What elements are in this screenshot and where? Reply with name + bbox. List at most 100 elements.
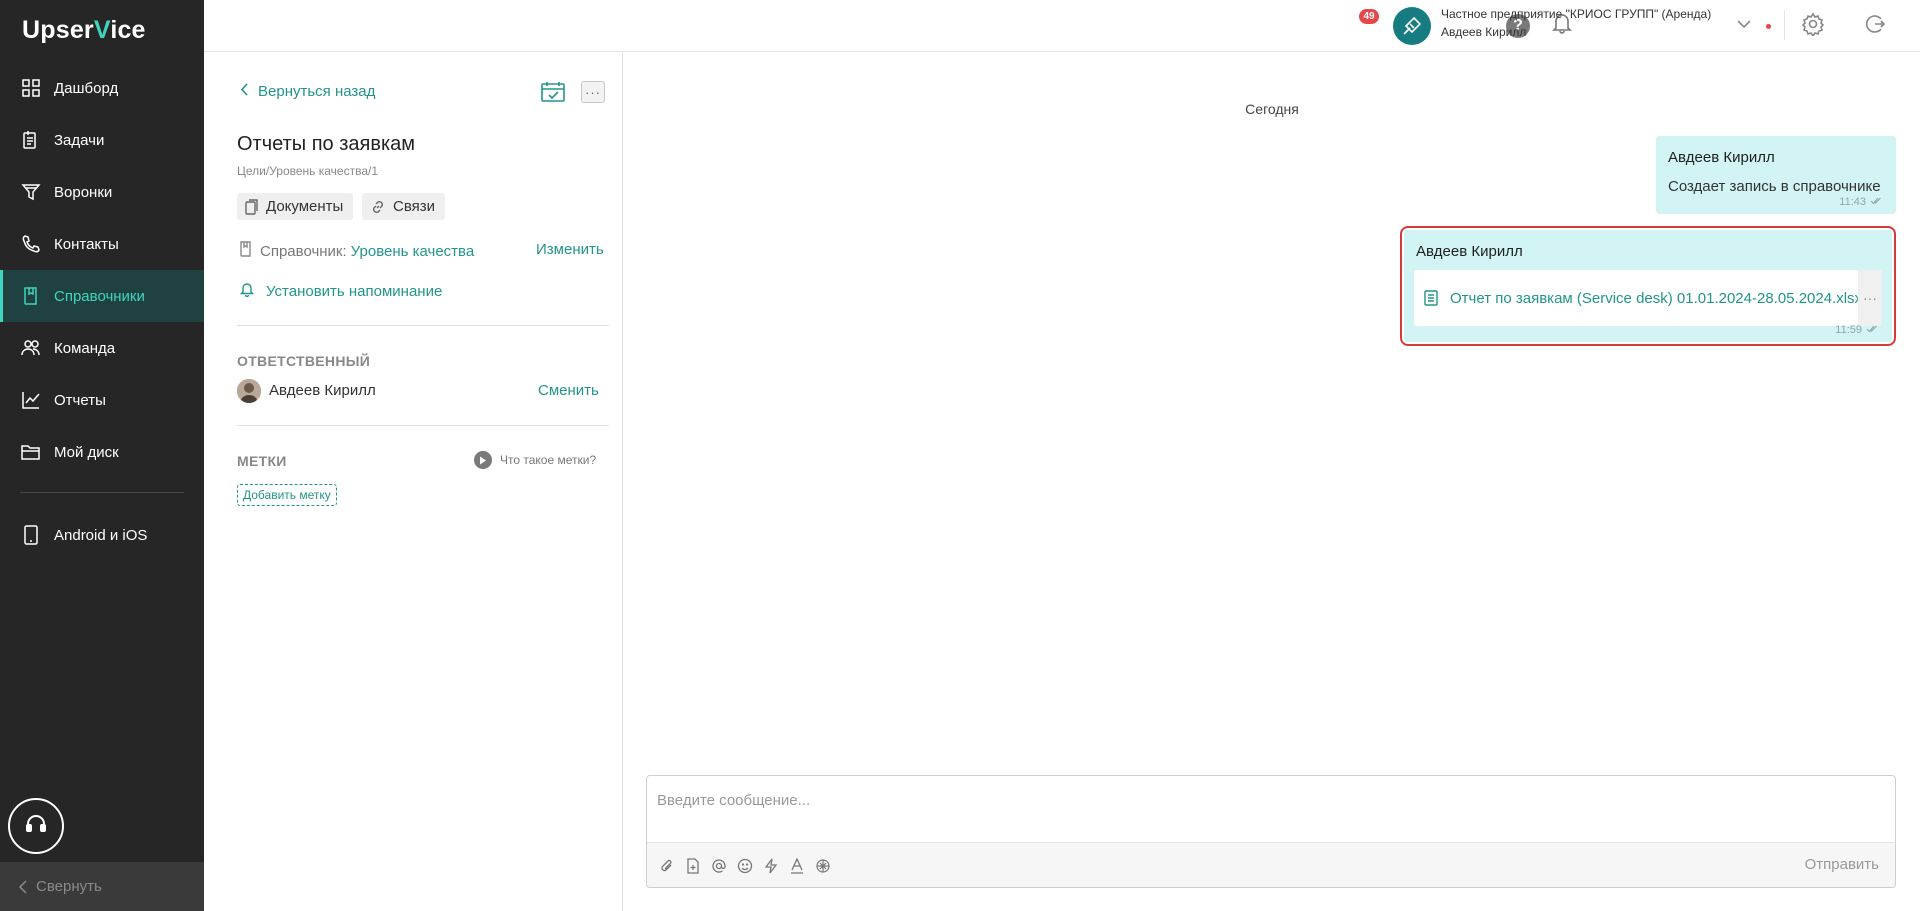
tags-header: МЕТКИ (237, 453, 287, 469)
avatar (237, 379, 261, 403)
organization-avatar[interactable] (1393, 7, 1431, 45)
message-author: Авдеев Кирилл (1416, 243, 1523, 260)
funnel-icon (20, 181, 42, 203)
link-icon (370, 199, 386, 215)
app-logo[interactable]: UpserVice (22, 16, 146, 45)
chevron-left-icon (18, 879, 28, 894)
sidebar-item-my-disk[interactable]: Мой диск (0, 426, 204, 478)
sidebar-item-team[interactable]: Команда (0, 322, 204, 374)
file-attachment[interactable]: Отчет по заявкам (Service desk) 01.01.20… (1414, 270, 1862, 326)
sidebar-item-label: Android и iOS (54, 526, 148, 544)
mention-icon[interactable] (709, 856, 729, 876)
folder-icon (20, 441, 42, 463)
sidebar-item-label: Задачи (54, 131, 105, 149)
message-author: Авдеев Кирилл (1668, 149, 1775, 166)
task-details-panel: Вернуться назад ··· Отчеты по заявкам Це… (204, 53, 623, 911)
attach-icon[interactable] (657, 856, 677, 876)
sidebar-item-label: Воронки (54, 183, 113, 201)
play-icon (474, 451, 492, 469)
top-header: ? 49 Частное предприятие "КРИОС ГРУПП" (… (204, 0, 1920, 52)
team-icon (20, 337, 42, 359)
documents-icon (245, 198, 259, 215)
sidebar-item-funnels[interactable]: Воронки (0, 166, 204, 218)
tablet-icon (20, 524, 42, 546)
what-tags-label: Что такое метки? (500, 453, 597, 467)
collapse-label: Свернуть (36, 878, 102, 895)
back-label: Вернуться назад (258, 83, 376, 100)
double-check-icon (1870, 196, 1882, 208)
headset-icon (24, 812, 48, 840)
page-title: Отчеты по заявкам (237, 133, 416, 155)
sidebar-item-label: Мой диск (54, 443, 119, 461)
section-divider (237, 325, 609, 326)
sidebar-item-label: Контакты (54, 235, 119, 253)
reference-row: Справочник: Уровень качества (240, 241, 474, 261)
reference-label: Справочник: (260, 242, 347, 260)
notifications-badge: 49 (1359, 9, 1379, 24)
message-text: Создает запись в справочнике (1668, 178, 1881, 195)
header-divider (1784, 10, 1785, 40)
message-bubble: Авдеев Кирилл Создает запись в справочни… (1656, 136, 1896, 214)
file-name-link[interactable]: Отчет по заявкам (Service desk) 01.01.20… (1450, 290, 1862, 307)
chart-icon (20, 389, 42, 411)
collapse-sidebar-button[interactable]: Свернуть (0, 862, 204, 911)
change-responsible-link[interactable]: Сменить (538, 382, 599, 399)
file-document-icon (1424, 290, 1438, 306)
sidebar-item-tasks[interactable]: Задачи (0, 114, 204, 166)
send-button[interactable]: Отправить (1805, 856, 1879, 873)
sidebar-item-contacts[interactable]: Контакты (0, 218, 204, 270)
more-options-button[interactable]: ··· (581, 81, 605, 103)
sidebar-item-label: Команда (54, 339, 116, 357)
support-button[interactable] (8, 798, 64, 854)
add-file-icon[interactable] (683, 856, 703, 876)
logout-icon[interactable] (1863, 12, 1887, 40)
text-format-icon[interactable] (787, 856, 807, 876)
back-link[interactable]: Вернуться назад (240, 83, 375, 100)
status-dot (1766, 24, 1771, 29)
day-separator: Сегодня (1245, 101, 1299, 117)
what-are-tags-link[interactable]: Что такое метки? (474, 451, 596, 469)
message-time: 11:59 (1835, 324, 1878, 336)
organization-name[interactable]: Частное предприятие "КРИОС ГРУПП" (Аренд… (1441, 7, 1711, 21)
reminder-label: Установить напоминание (266, 282, 443, 300)
file-more-button[interactable]: ··· (1858, 270, 1882, 326)
reference-value-link[interactable]: Уровень качества (351, 243, 475, 260)
message-time: 11:43 (1839, 196, 1882, 208)
links-label: Связи (393, 198, 436, 215)
sidebar: UpserVice Дашборд Задачи Воронки Контакт… (0, 0, 204, 911)
add-tag-button[interactable]: Добавить метку (237, 484, 337, 506)
section-divider (237, 425, 609, 426)
set-reminder-link[interactable]: Установить напоминание (239, 281, 443, 301)
sidebar-item-dashboard[interactable]: Дашборд (0, 62, 204, 114)
chevron-left-icon (240, 83, 248, 100)
gear-icon[interactable] (1801, 12, 1825, 40)
documents-button[interactable]: Документы (237, 193, 354, 220)
chevron-down-icon[interactable] (1737, 16, 1751, 33)
tasks-icon (20, 129, 42, 151)
breadcrumb: Цели/Уровень качества/1 (237, 164, 379, 178)
sidebar-item-label: Отчеты (54, 391, 106, 409)
dashboard-icon (20, 77, 42, 99)
documents-label: Документы (266, 198, 344, 215)
responsible-name: Авдеев Кирилл (269, 382, 376, 399)
emoji-icon[interactable] (735, 856, 755, 876)
sidebar-item-reports[interactable]: Отчеты (0, 374, 204, 426)
composer-toolbar: Отправить (647, 842, 1895, 887)
phone-icon (20, 233, 42, 255)
lightning-icon[interactable] (761, 856, 781, 876)
bell-icon (239, 281, 255, 301)
header-user-name[interactable]: Авдеев Кирилл (1441, 25, 1526, 39)
sidebar-item-mobile-apps[interactable]: Android и iOS (0, 509, 204, 561)
sidebar-item-references[interactable]: Справочники (0, 270, 204, 322)
book-icon (240, 241, 252, 261)
links-button[interactable]: Связи (362, 193, 446, 220)
calendar-check-icon[interactable] (540, 81, 566, 107)
double-check-icon (1866, 324, 1878, 336)
edit-reference-link[interactable]: Изменить (536, 241, 604, 258)
ai-assistant-icon[interactable] (813, 856, 833, 876)
responsible-header: ОТВЕТСТВЕННЫЙ (237, 353, 371, 369)
message-input[interactable] (647, 776, 1895, 842)
chat-area: Сегодня Авдеев Кирилл Создает запись в с… (624, 53, 1920, 911)
message-bubble-highlighted: Авдеев Кирилл Отчет по заявкам (Service … (1400, 226, 1896, 346)
sidebar-item-label: Дашборд (54, 79, 119, 97)
